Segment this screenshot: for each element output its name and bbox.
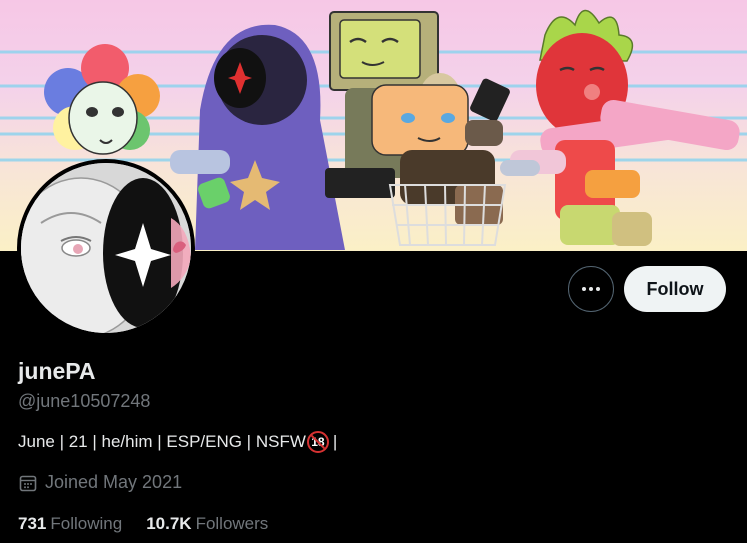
user-handle: @june10507248 bbox=[18, 391, 151, 411]
no-under-18-icon: 18 bbox=[306, 431, 329, 453]
joined-text: Joined May 2021 bbox=[45, 472, 183, 492]
following-link[interactable]: 731 Following bbox=[18, 514, 122, 534]
more-options-button[interactable] bbox=[568, 266, 614, 312]
following-count: 731 bbox=[18, 514, 47, 533]
following-label: Following bbox=[50, 514, 123, 533]
followers-count: 10.7K bbox=[146, 514, 192, 533]
calendar-icon bbox=[18, 473, 38, 493]
hooded-character bbox=[170, 24, 345, 250]
profile-bio: June | 21 | he/him | ESP/ENG | NSFW 18 | bbox=[18, 431, 337, 453]
more-horizontal-icon bbox=[582, 287, 600, 291]
display-name: junePA bbox=[18, 358, 96, 384]
bio-text-suffix: | bbox=[332, 432, 338, 451]
follow-button[interactable]: Follow bbox=[624, 266, 726, 312]
flower-character bbox=[44, 44, 160, 155]
profile-avatar[interactable] bbox=[17, 159, 195, 337]
follow-stats: 731 Following 10.7K Followers bbox=[18, 514, 268, 534]
followers-label: Followers bbox=[195, 514, 269, 533]
followers-link[interactable]: 10.7K Followers bbox=[146, 514, 268, 534]
bio-text: June | 21 | he/him | ESP/ENG | NSFW bbox=[18, 432, 306, 451]
avatar-image bbox=[21, 163, 191, 333]
strawberry-character bbox=[536, 9, 740, 246]
joined-date: Joined May 2021 bbox=[18, 472, 182, 493]
profile-header: Follow junePA @june10507248 June | 21 | … bbox=[0, 0, 747, 543]
